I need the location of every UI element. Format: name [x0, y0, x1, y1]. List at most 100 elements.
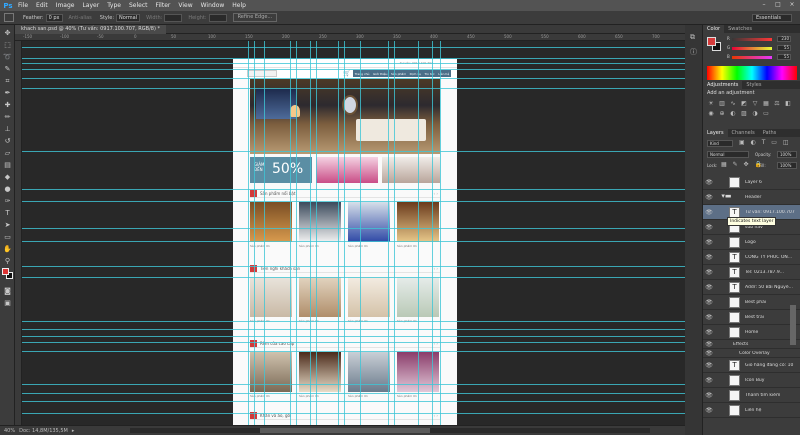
layers-scrollbar[interactable]	[790, 305, 796, 345]
menu-layer[interactable]: Layer	[78, 2, 103, 9]
guide-line[interactable]	[418, 41, 419, 425]
eraser-tool-icon[interactable]: ▱	[3, 149, 12, 157]
guide-line[interactable]	[22, 321, 685, 322]
foreground-color-swatch[interactable]	[707, 37, 716, 46]
layer-row[interactable]: 👁 Home	[703, 325, 800, 340]
green-value[interactable]: 55	[777, 45, 791, 51]
visibility-eye-icon[interactable]: 👁	[705, 377, 713, 384]
lock-icons[interactable]: ▦ ✎ ✥ 🔒	[721, 161, 764, 168]
scrollbar-thumb[interactable]	[260, 428, 430, 433]
guide-line[interactable]	[22, 351, 685, 352]
guide-line[interactable]	[264, 41, 265, 425]
guide-line[interactable]	[22, 241, 685, 242]
guide-line[interactable]	[22, 228, 685, 229]
guide-line[interactable]	[22, 401, 685, 402]
levels-icon[interactable]: ▥	[718, 100, 726, 107]
zoom-level[interactable]: 40%	[4, 428, 15, 434]
layer-row[interactable]: 👁 Icon Buy	[703, 373, 800, 388]
photo-filter-icon[interactable]: ◉	[707, 110, 715, 117]
guide-line[interactable]	[22, 151, 685, 152]
history-brush-tool-icon[interactable]: ↺	[3, 137, 12, 145]
curves-icon[interactable]: ∿	[729, 100, 737, 107]
status-arrow-icon[interactable]: ▸	[72, 428, 75, 434]
layer-row[interactable]: 👁 T Addr: 50 Bãi Nguyễ...	[703, 280, 800, 295]
visibility-eye-icon[interactable]: 👁	[705, 254, 713, 261]
dodge-tool-icon[interactable]: ●	[3, 185, 12, 193]
guide-line[interactable]	[22, 58, 685, 59]
visibility-eye-icon[interactable]: 👁	[705, 194, 713, 201]
guide-line[interactable]	[310, 41, 311, 425]
red-slider[interactable]: R 230	[727, 36, 797, 42]
blue-track[interactable]	[732, 56, 772, 59]
blur-tool-icon[interactable]: ◆	[3, 173, 12, 181]
guide-line[interactable]	[248, 41, 249, 425]
gradient-map-icon[interactable]: ▭	[762, 110, 770, 117]
tab-swatches[interactable]: Swatches	[724, 25, 756, 33]
channel-mixer-icon[interactable]: ⊕	[718, 110, 726, 117]
healing-brush-tool-icon[interactable]: ✚	[3, 101, 12, 109]
visibility-eye-icon[interactable]: 👁	[705, 314, 713, 321]
visibility-eye-icon[interactable]: 👁	[705, 209, 713, 216]
layer-group-row[interactable]: 👁 ▾▬ Header	[703, 190, 800, 205]
brush-tool-icon[interactable]: ✏	[3, 113, 12, 121]
visibility-eye-icon[interactable]: 👁	[705, 179, 713, 186]
guide-line[interactable]	[22, 413, 685, 414]
black-white-icon[interactable]: ◧	[784, 100, 792, 107]
guide-line[interactable]	[388, 41, 389, 425]
workspace-select[interactable]: Essentials	[752, 14, 792, 22]
layer-effect-row[interactable]: 👁 Color Overlay	[703, 349, 800, 358]
layer-row[interactable]: 👁 T CÔNG TY PHÚC ON...	[703, 250, 800, 265]
minimize-icon[interactable]: –	[760, 1, 768, 9]
menu-filter[interactable]: Filter	[152, 2, 175, 9]
guide-line[interactable]	[22, 384, 685, 385]
guide-line[interactable]	[22, 69, 685, 70]
pen-tool-icon[interactable]: ✑	[3, 197, 12, 205]
height-input[interactable]	[208, 13, 227, 22]
maximize-icon[interactable]: □	[774, 1, 782, 9]
color-spectrum[interactable]	[707, 66, 797, 80]
guide-line[interactable]	[316, 41, 317, 425]
layer-row[interactable]: 👁 T Giỏ hàng đang có: 10	[703, 358, 800, 373]
menu-image[interactable]: Image	[52, 2, 79, 9]
lasso-tool-icon[interactable]: ➰	[3, 53, 12, 61]
foreground-color-swatch[interactable]	[2, 268, 9, 275]
clone-stamp-tool-icon[interactable]: ⊥	[3, 125, 12, 133]
properties-panel-icon[interactable]: ⓘ	[690, 47, 697, 57]
guide-line[interactable]	[432, 41, 433, 425]
blue-slider[interactable]: B 55	[727, 54, 797, 60]
tab-paths[interactable]: Paths	[759, 129, 781, 137]
filter-icons[interactable]: ▣ ◐ T ▭ ◫	[739, 139, 791, 146]
document-size[interactable]: Doc: 14,8M/135,5M	[19, 428, 68, 434]
crop-tool-icon[interactable]: ⌗	[3, 77, 12, 85]
green-track[interactable]	[732, 47, 772, 50]
layer-row[interactable]: 👁 Logo	[703, 235, 800, 250]
quick-mask-icon[interactable]: ◙	[3, 287, 12, 295]
red-track[interactable]	[732, 38, 772, 41]
menu-help[interactable]: Help	[228, 2, 250, 9]
menu-edit[interactable]: Edit	[32, 2, 52, 9]
opacity-input[interactable]: 100%	[777, 151, 797, 158]
marquee-tool-preset-icon[interactable]	[4, 13, 14, 22]
menu-file[interactable]: File	[14, 2, 32, 9]
guide-line[interactable]	[22, 266, 685, 267]
layer-row[interactable]: 👁 Best phải	[703, 295, 800, 310]
tab-color[interactable]: Color	[703, 25, 725, 33]
visibility-eye-icon[interactable]: 👁	[705, 350, 713, 357]
visibility-eye-icon[interactable]: 👁	[705, 224, 713, 231]
color-balance-icon[interactable]: ⚖	[773, 100, 781, 107]
visibility-eye-icon[interactable]: 👁	[705, 239, 713, 246]
guide-line[interactable]	[22, 78, 685, 79]
document-canvas[interactable]: Tư vấn: 0917.100.707 🛒 Trang chủ Giới th…	[233, 59, 457, 425]
green-slider[interactable]: G 55	[727, 45, 797, 51]
guide-line[interactable]	[344, 41, 345, 425]
canvas-workspace[interactable]: Tư vấn: 0917.100.707 🛒 Trang chủ Giới th…	[22, 41, 685, 425]
horizontal-scrollbar[interactable]	[130, 428, 650, 433]
shape-tool-icon[interactable]: ▭	[3, 233, 12, 241]
guide-line[interactable]	[22, 189, 685, 190]
document-tab[interactable]: khach san.psd @ 40% (Tư vấn: 0917.100.70…	[15, 25, 166, 34]
guide-line[interactable]	[254, 41, 255, 425]
screen-mode-icon[interactable]: ▣	[3, 299, 12, 307]
feather-input[interactable]: 0 px	[45, 13, 63, 22]
refine-edge-button[interactable]: Refine Edge...	[232, 13, 278, 22]
guide-line[interactable]	[22, 88, 685, 89]
